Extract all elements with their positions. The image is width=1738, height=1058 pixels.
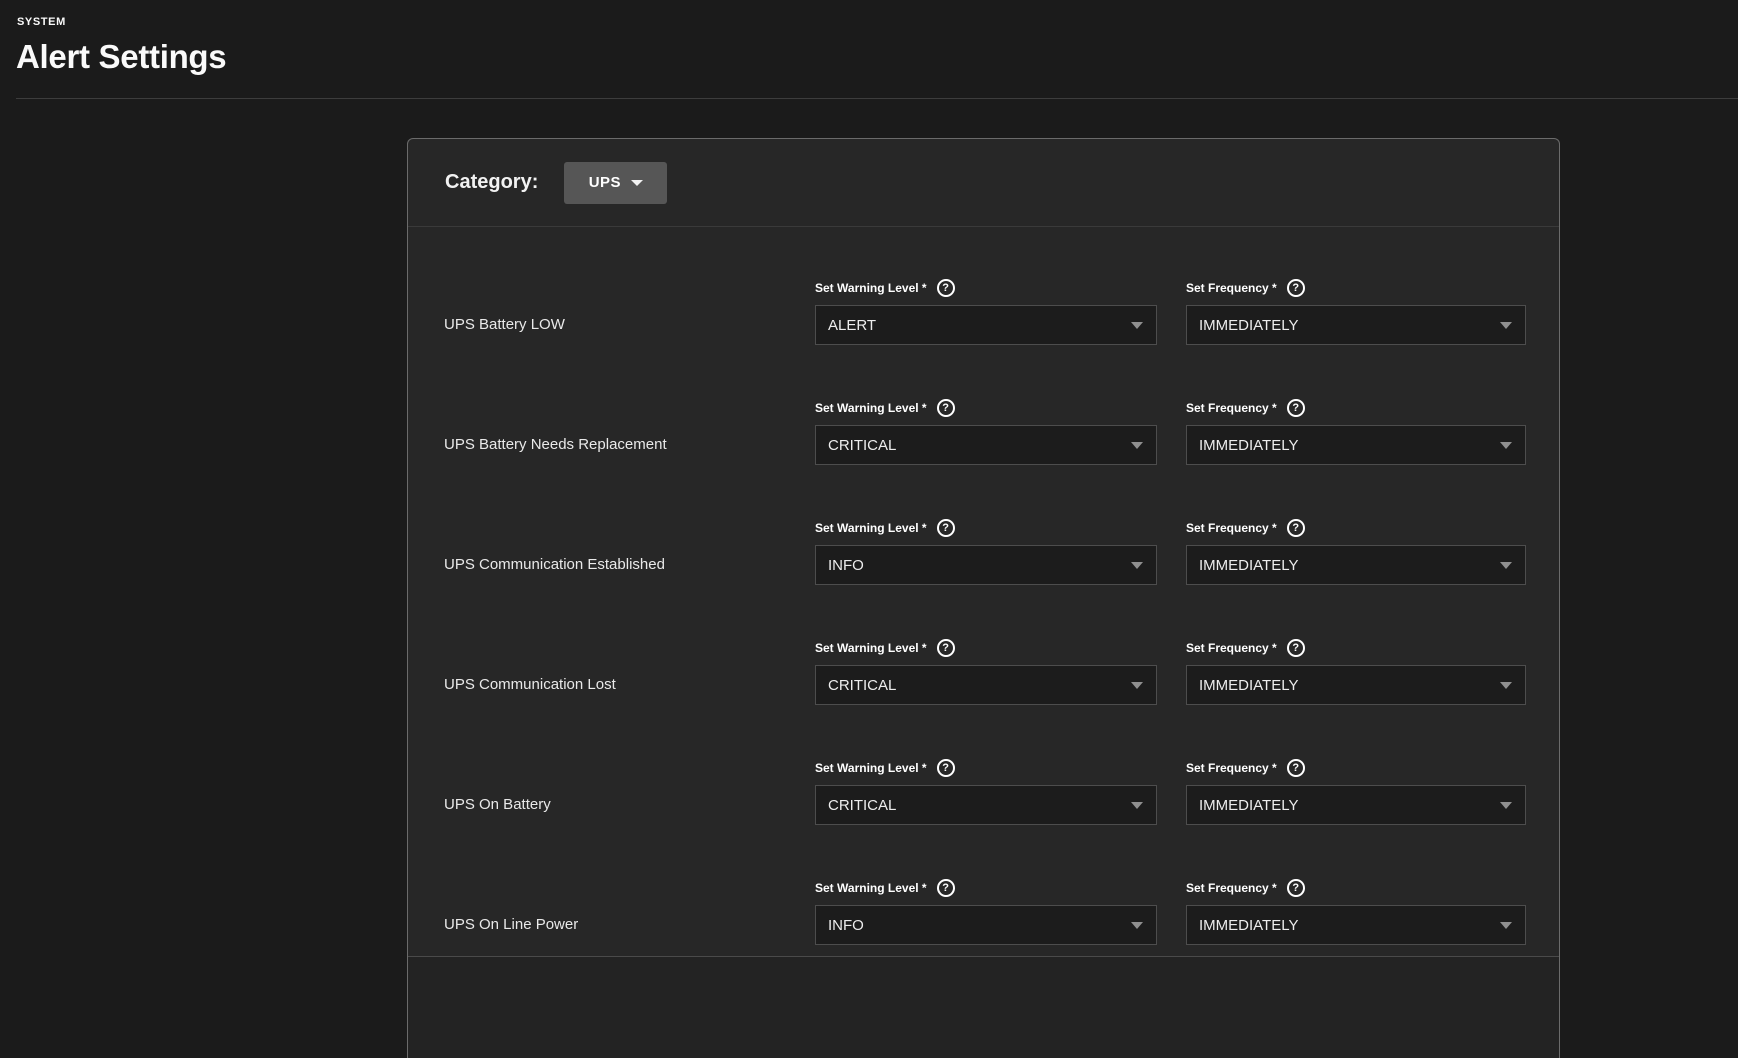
chevron-down-icon: [1500, 442, 1512, 449]
chevron-down-icon: [1131, 682, 1143, 689]
table-row: UPS Battery LOW Set Warning Level * ? AL…: [408, 227, 1559, 347]
chevron-down-icon: [1131, 562, 1143, 569]
frequency-value: IMMEDIATELY: [1199, 316, 1299, 334]
frequency-field: Set Frequency * ? IMMEDIATELY: [1186, 227, 1526, 347]
chevron-down-icon: [1500, 682, 1512, 689]
frequency-select[interactable]: IMMEDIATELY: [1186, 905, 1526, 945]
frequency-value: IMMEDIATELY: [1199, 796, 1299, 814]
warning-level-field: Set Warning Level * ? INFO: [815, 467, 1157, 587]
chevron-down-icon: [1131, 802, 1143, 809]
warning-level-select[interactable]: CRITICAL: [815, 425, 1157, 465]
warning-level-field: Set Warning Level * ? CRITICAL: [815, 707, 1157, 827]
alert-name: UPS Battery LOW: [444, 316, 565, 333]
help-icon[interactable]: ?: [1286, 399, 1305, 417]
frequency-value: IMMEDIATELY: [1199, 676, 1299, 694]
warning-level-select[interactable]: CRITICAL: [815, 785, 1157, 825]
frequency-value: IMMEDIATELY: [1199, 916, 1299, 934]
frequency-label: Set Frequency *: [1186, 521, 1277, 535]
table-row: UPS Communication Lost Set Warning Level…: [408, 587, 1559, 707]
alert-name: UPS On Battery: [444, 796, 551, 813]
warning-level-label: Set Warning Level *: [815, 521, 927, 535]
chevron-down-icon: [1500, 562, 1512, 569]
frequency-label: Set Frequency *: [1186, 281, 1277, 295]
category-label: Category:: [445, 171, 539, 193]
help-icon[interactable]: ?: [1286, 519, 1305, 537]
warning-level-value: CRITICAL: [828, 436, 897, 454]
help-icon[interactable]: ?: [1286, 279, 1305, 297]
warning-level-value: ALERT: [828, 316, 877, 334]
frequency-select[interactable]: IMMEDIATELY: [1186, 545, 1526, 585]
chevron-down-icon: [1500, 802, 1512, 809]
alert-name: UPS On Line Power: [444, 916, 579, 933]
frequency-field: Set Frequency * ? IMMEDIATELY: [1186, 827, 1526, 947]
frequency-field: Set Frequency * ? IMMEDIATELY: [1186, 467, 1526, 587]
table-row: UPS On Battery Set Warning Level * ? CRI…: [408, 707, 1559, 827]
frequency-label: Set Frequency *: [1186, 881, 1277, 895]
table-row: UPS On Line Power Set Warning Level * ? …: [408, 827, 1559, 947]
warning-level-select[interactable]: ALERT: [815, 305, 1157, 345]
help-icon[interactable]: ?: [936, 639, 955, 657]
alert-rows: UPS Battery LOW Set Warning Level * ? AL…: [408, 227, 1559, 947]
warning-level-field: Set Warning Level * ? CRITICAL: [815, 347, 1157, 467]
header-divider: [16, 98, 1738, 99]
frequency-select[interactable]: IMMEDIATELY: [1186, 305, 1526, 345]
frequency-select[interactable]: IMMEDIATELY: [1186, 785, 1526, 825]
frequency-field: Set Frequency * ? IMMEDIATELY: [1186, 347, 1526, 467]
help-icon[interactable]: ?: [1286, 879, 1305, 897]
chevron-down-icon: [1500, 322, 1512, 329]
help-icon[interactable]: ?: [1286, 759, 1305, 777]
frequency-field: Set Frequency * ? IMMEDIATELY: [1186, 707, 1526, 827]
panel-footer-area: [408, 957, 1559, 1058]
warning-level-value: CRITICAL: [828, 796, 897, 814]
warning-level-value: INFO: [828, 916, 864, 934]
warning-level-value: CRITICAL: [828, 676, 897, 694]
help-icon[interactable]: ?: [936, 399, 955, 417]
frequency-value: IMMEDIATELY: [1199, 556, 1299, 574]
warning-level-select[interactable]: INFO: [815, 905, 1157, 945]
warning-level-label: Set Warning Level *: [815, 641, 927, 655]
warning-level-label: Set Warning Level *: [815, 881, 927, 895]
alert-name: UPS Communication Established: [444, 556, 665, 573]
help-icon[interactable]: ?: [936, 519, 955, 537]
warning-level-field: Set Warning Level * ? CRITICAL: [815, 587, 1157, 707]
alert-name: UPS Battery Needs Replacement: [444, 436, 667, 453]
frequency-label: Set Frequency *: [1186, 761, 1277, 775]
help-icon[interactable]: ?: [936, 279, 955, 297]
chevron-down-icon: [1131, 442, 1143, 449]
help-icon[interactable]: ?: [936, 879, 955, 897]
warning-level-label: Set Warning Level *: [815, 281, 927, 295]
warning-level-field: Set Warning Level * ? ALERT: [815, 227, 1157, 347]
warning-level-select[interactable]: INFO: [815, 545, 1157, 585]
chevron-down-icon: [1500, 922, 1512, 929]
chevron-down-icon: [631, 179, 644, 186]
warning-level-select[interactable]: CRITICAL: [815, 665, 1157, 705]
frequency-field: Set Frequency * ? IMMEDIATELY: [1186, 587, 1526, 707]
table-row: UPS Communication Established Set Warnin…: [408, 467, 1559, 587]
warning-level-value: INFO: [828, 556, 864, 574]
alert-settings-page: { "page": { "kicker": "SYSTEM", "title":…: [0, 0, 1738, 1058]
chevron-down-icon: [1131, 922, 1143, 929]
warning-level-field: Set Warning Level * ? INFO: [815, 827, 1157, 947]
page-title: Alert Settings: [16, 38, 227, 75]
category-dropdown-value: UPS: [588, 174, 622, 191]
warning-level-label: Set Warning Level *: [815, 761, 927, 775]
warning-level-label: Set Warning Level *: [815, 401, 927, 415]
help-icon[interactable]: ?: [936, 759, 955, 777]
category-header: Category: UPS: [408, 139, 1559, 227]
frequency-label: Set Frequency *: [1186, 641, 1277, 655]
frequency-select[interactable]: IMMEDIATELY: [1186, 425, 1526, 465]
section-kicker: SYSTEM: [17, 16, 66, 28]
frequency-value: IMMEDIATELY: [1199, 436, 1299, 454]
chevron-down-icon: [1131, 322, 1143, 329]
frequency-select[interactable]: IMMEDIATELY: [1186, 665, 1526, 705]
frequency-label: Set Frequency *: [1186, 401, 1277, 415]
alert-settings-panel: Category: UPS UPS Battery LOW Set Warnin…: [407, 138, 1560, 1058]
category-dropdown-button[interactable]: UPS: [564, 161, 668, 204]
table-row: UPS Battery Needs Replacement Set Warnin…: [408, 347, 1559, 467]
alert-name: UPS Communication Lost: [444, 676, 616, 693]
help-icon[interactable]: ?: [1286, 639, 1305, 657]
